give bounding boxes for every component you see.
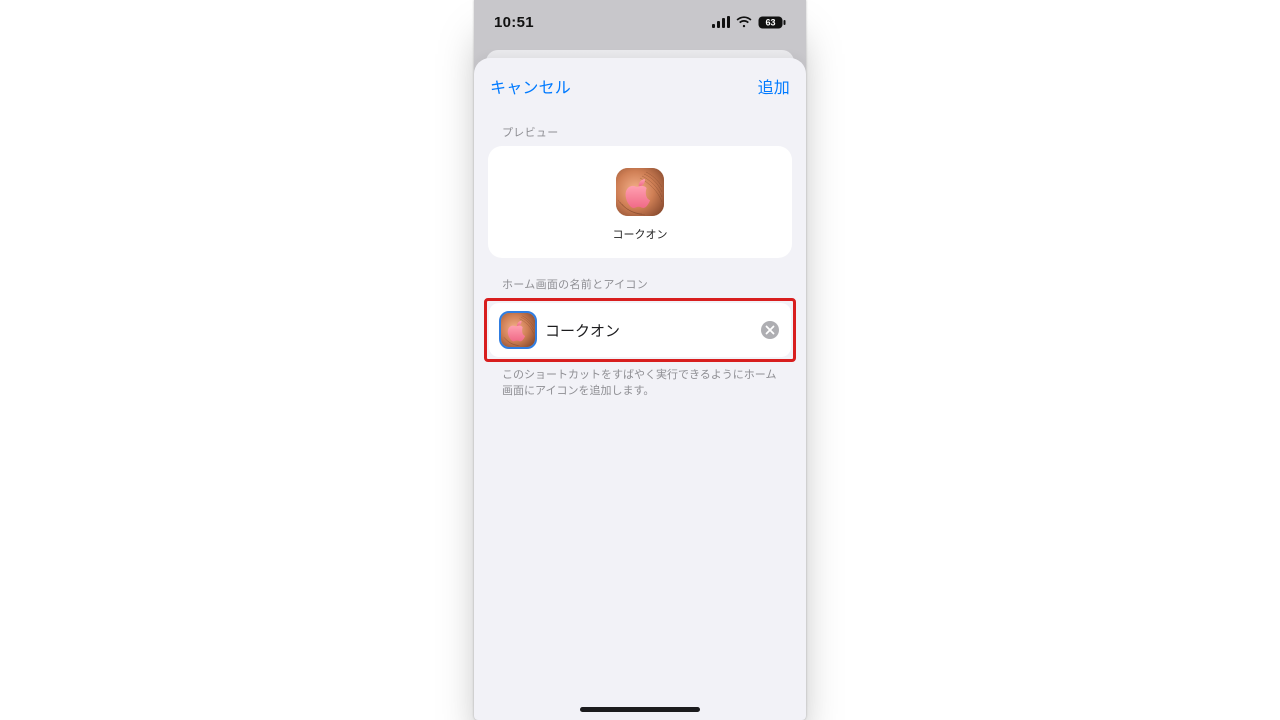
statusbar-time: 10:51 (494, 14, 534, 31)
preview-card: コークオン (488, 146, 792, 258)
status-bar: 10:51 (474, 0, 806, 44)
name-section-label: ホーム画面の名前とアイコン (474, 258, 806, 298)
phone-frame: 10:51 (474, 0, 806, 720)
battery-percent-text: 63 (765, 17, 775, 27)
preview-section-label: プレビュー (474, 106, 806, 146)
helper-text: このショートカットをすばやく実行できるようにホーム画面にアイコンを追加します。 (474, 362, 806, 400)
close-icon (765, 325, 775, 335)
wifi-icon (736, 16, 752, 28)
sheet-header: キャンセル 追加 (474, 58, 806, 106)
preview-app-icon (616, 168, 664, 216)
screenshot-stage: 10:51 (0, 0, 1280, 720)
home-indicator[interactable] (580, 707, 700, 712)
battery-icon: 63 (758, 16, 786, 29)
name-and-icon-row[interactable]: コークオン (489, 303, 791, 357)
statusbar-icons: 63 (712, 16, 786, 29)
cellular-signal-icon (712, 16, 730, 28)
shortcut-icon-picker[interactable] (501, 313, 535, 347)
clear-name-button[interactable] (761, 321, 779, 339)
name-row-highlight: コークオン (484, 298, 796, 362)
preview-app-label: コークオン (613, 226, 668, 242)
add-to-home-sheet: キャンセル 追加 プレビュー (474, 58, 806, 720)
cancel-button[interactable]: キャンセル (490, 74, 571, 98)
shortcut-name-input[interactable]: コークオン (545, 320, 751, 341)
add-button[interactable]: 追加 (758, 74, 790, 98)
